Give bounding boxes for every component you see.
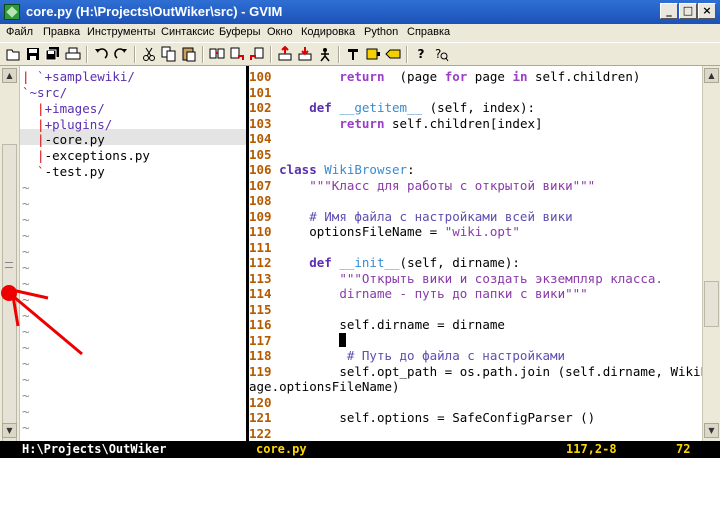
empty-line-marker: ~ — [22, 372, 30, 387]
code-line: 116 self.dirname = dirname — [249, 317, 505, 332]
gvim-app-icon[interactable] — [4, 4, 20, 20]
empty-line-marker: ~ — [22, 212, 30, 227]
scroll-down-arrow-icon[interactable]: ▼ — [2, 423, 17, 438]
right-scrollbar[interactable]: ▲ ▼ — [702, 66, 720, 441]
toolbar: ? ? — [0, 42, 720, 66]
find-prev-icon[interactable] — [248, 46, 266, 63]
menu-help[interactable]: Справка — [407, 26, 450, 38]
code-line: 110 optionsFileName = "wiki.opt" — [249, 224, 520, 239]
print-icon[interactable] — [64, 46, 82, 63]
menu-python[interactable]: Python — [364, 26, 398, 38]
code-line: 115 — [249, 301, 272, 317]
tree-item-src[interactable]: `~src/ — [22, 85, 67, 101]
red-arrow-annotation-icon — [1, 285, 83, 356]
code-line: 113 """Открыть вики и создать экземпляр … — [249, 270, 663, 286]
tree-item-exceptions-py[interactable]: |-exceptions.py — [22, 148, 150, 164]
minimize-button[interactable]: _ — [660, 3, 678, 19]
text-cursor — [339, 332, 347, 347]
menu-file[interactable]: Файл — [6, 26, 33, 38]
find-help-icon[interactable]: ? — [432, 46, 450, 63]
code-line: 103 return self.children[index] — [249, 115, 543, 131]
code-line: 114 dirname - путь до папки с вики""" — [249, 286, 588, 301]
svg-text:?: ? — [435, 47, 441, 61]
menu-buffers[interactable]: Буферы — [219, 26, 261, 38]
code-line: 108 — [249, 193, 272, 208]
save-icon[interactable] — [24, 46, 42, 63]
code-line: 105 — [249, 146, 272, 162]
help-icon[interactable]: ? — [412, 46, 430, 63]
tree-status-path: H:\Projects\OutWiker — [22, 442, 167, 456]
code-line: 119 self.opt_path = os.path.join (self.d… — [249, 363, 702, 379]
close-button[interactable]: × — [698, 3, 716, 19]
code-line-wrapped: age.optionsFileName) — [249, 379, 400, 394]
code-line: 100 return (page for page in self.childr… — [249, 69, 641, 84]
menu-tools[interactable]: Инструменты — [87, 26, 156, 38]
title-bar: core.py (H:\Projects\OutWiker\src) - GVI… — [0, 0, 720, 24]
code-line: 120 — [249, 394, 272, 410]
code-line: 121 self.options = SafeConfigParser () — [249, 410, 596, 425]
status-line: H:\Projects\OutWiker core.py 117,2-8 72 — [0, 441, 720, 458]
menu-bar: Файл Правка Инструменты Синтаксис Буферы… — [0, 24, 720, 42]
code-line: 106 class WikiBrowser: — [249, 162, 415, 177]
scroll-up-arrow-icon[interactable]: ▲ — [704, 68, 719, 83]
paste-icon[interactable] — [180, 46, 198, 63]
tree-item-samplewiki[interactable]: | `+samplewiki/ — [22, 69, 135, 85]
tree-item-plugins[interactable]: |+plugins/ — [22, 117, 112, 133]
empty-line-marker: ~ — [22, 420, 30, 435]
redo-icon[interactable] — [112, 46, 130, 63]
status-percent: 72 — [676, 442, 691, 456]
empty-line-marker: ~ — [22, 244, 30, 259]
code-line: 122 — [249, 425, 272, 441]
undo-icon[interactable] — [92, 46, 110, 63]
tree-item-core-py[interactable]: |-core.py — [22, 132, 105, 148]
code-line: 109 # Имя файла с настройками всей вики — [249, 208, 573, 224]
menu-edit[interactable]: Правка — [43, 26, 80, 38]
code-line: 111 — [249, 239, 272, 255]
code-line: 107 """Класс для работы с открытой вики"… — [249, 177, 596, 193]
code-line: 104 — [249, 131, 272, 146]
right-scrollbar-thumb[interactable] — [704, 281, 719, 327]
window-title: core.py (H:\Projects\OutWiker\src) - GVI… — [26, 4, 283, 19]
save-all-icon[interactable] — [44, 46, 62, 63]
tree-item-test-py[interactable]: `-test.py — [22, 164, 105, 180]
copy-icon[interactable] — [160, 46, 178, 63]
find-next-icon[interactable] — [228, 46, 246, 63]
empty-line-marker: ~ — [22, 180, 30, 195]
menu-window[interactable]: Окно — [267, 26, 293, 38]
empty-line-marker: ~ — [22, 388, 30, 403]
command-line[interactable] — [0, 458, 720, 478]
file-tree-pane[interactable]: | `+samplewiki/ `~src/ |+images/ |+plugi… — [20, 66, 246, 441]
tree-item-images[interactable]: |+images/ — [22, 101, 105, 117]
code-line: 118 # Путь до файла с настройками — [249, 348, 566, 363]
menu-syntax[interactable]: Синтаксис — [161, 26, 214, 38]
maximize-button[interactable]: □ — [679, 3, 697, 19]
shell-icon[interactable] — [364, 46, 382, 63]
status-cursor-position: 117,2-8 — [566, 442, 617, 456]
status-filename: core.py — [256, 442, 307, 456]
empty-line-marker: ~ — [22, 260, 30, 275]
open-icon[interactable] — [4, 46, 22, 63]
empty-line-marker: ~ — [22, 228, 30, 243]
code-line: 117 — [249, 332, 347, 349]
empty-line-marker: ~ — [22, 404, 30, 419]
menu-encoding[interactable]: Кодировка — [301, 26, 355, 38]
make-icon[interactable] — [344, 46, 362, 63]
run-script-icon[interactable] — [316, 46, 334, 63]
code-editor[interactable]: 100 return (page for page in self.childr… — [249, 66, 702, 441]
tags-icon[interactable] — [384, 46, 402, 63]
find-replace-icon[interactable] — [208, 46, 226, 63]
code-line: 101 — [249, 84, 272, 100]
left-scrollbar[interactable]: ▲ ▼ — [0, 66, 20, 454]
empty-line-marker: ~ — [22, 196, 30, 211]
save-session-icon[interactable] — [296, 46, 314, 63]
cut-icon[interactable] — [140, 46, 158, 63]
grip-icon — [5, 262, 13, 268]
scroll-up-arrow-icon[interactable]: ▲ — [2, 68, 17, 83]
code-line: 112 def __init__(self, dirname): — [249, 255, 520, 270]
scroll-down-arrow-icon[interactable]: ▼ — [704, 423, 719, 438]
load-session-icon[interactable] — [276, 45, 294, 63]
code-line: 102 def __getitem__ (self, index): — [249, 100, 536, 115]
